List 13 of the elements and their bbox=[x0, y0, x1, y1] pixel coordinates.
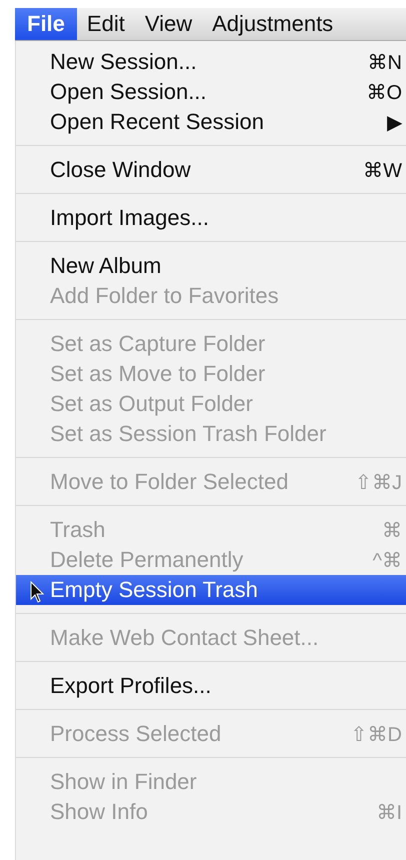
menu-bar-item[interactable]: View bbox=[134, 8, 202, 40]
menu-bar-item[interactable]: Edit bbox=[76, 8, 135, 40]
menu-item[interactable]: Close Window ⌘W bbox=[16, 155, 406, 185]
menu-bar-item[interactable]: File bbox=[15, 8, 77, 40]
menu-item[interactable]: New Session... ⌘N bbox=[16, 47, 406, 77]
menu-item[interactable]: New Album bbox=[16, 251, 406, 281]
menu-item[interactable]: Open Recent Session ▶ bbox=[16, 107, 406, 137]
menu-item[interactable]: Export Profiles... bbox=[16, 671, 406, 701]
menu-item[interactable]: Empty Session Trash bbox=[16, 575, 406, 605]
menu-item[interactable]: Open Session... ⌘O bbox=[16, 77, 406, 107]
mouse-pointer-icon bbox=[30, 581, 44, 603]
menu-bar-item[interactable]: Adjustments bbox=[202, 8, 344, 40]
menu-item[interactable]: Import Images... bbox=[16, 203, 406, 233]
